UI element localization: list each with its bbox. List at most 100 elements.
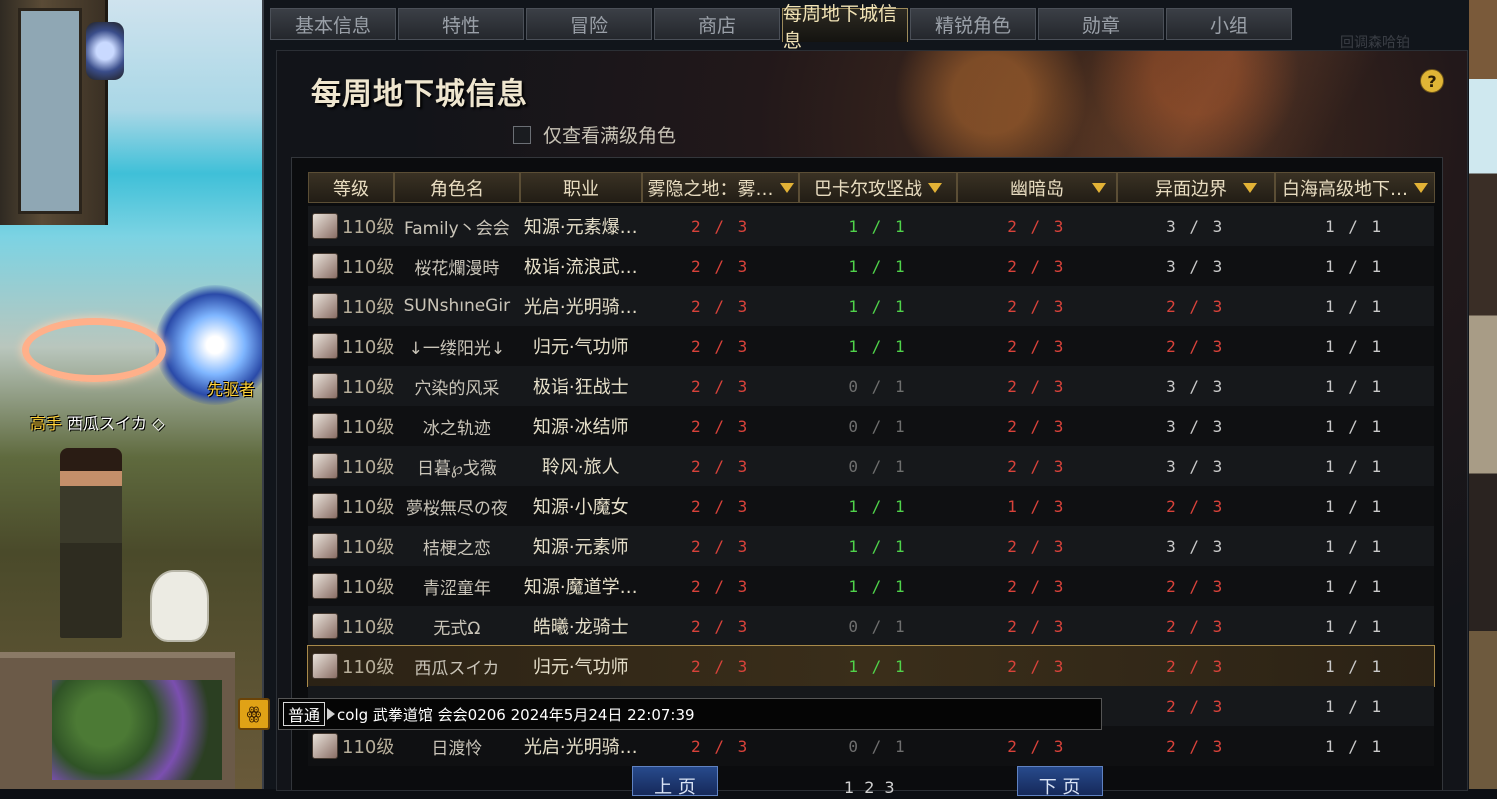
header-dungeon-2-dropdown[interactable]: 巴卡尔攻坚战 — [799, 172, 957, 203]
cell-name: 日暮℘戈薇 — [416, 458, 497, 479]
weekly-dungeon-content: 每周地下城信息 ? 仅查看满级角色 等级 角色名 职业 雾隐之地：雾… 巴卡尔攻… — [276, 50, 1468, 791]
cell-dungeon-4: 2 / 3 — [1166, 736, 1225, 756]
page-number[interactable]: 3 — [884, 778, 894, 797]
max-level-filter[interactable]: 仅查看满级角色 — [513, 121, 676, 148]
table-row[interactable]: 110级 桜花爛漫時 极诣·流浪武… 2 / 3 1 / 1 2 / 3 3 / 3 1 / … — [308, 246, 1434, 286]
cell-dungeon-3: 2 / 3 — [1007, 536, 1066, 556]
table-row[interactable]: 110级 夢桜無尽の夜 知源·小魔女 2 / 3 1 / 1 1 / 3 2 / 3 1 / … — [308, 486, 1434, 526]
character-avatar-icon — [312, 293, 338, 319]
npc-name-vanguard[interactable]: 先驱者 — [207, 376, 255, 400]
character-avatar-icon — [312, 613, 338, 639]
table-row[interactable]: 110级 SUNshıneGir 光启·光明骑… 2 / 3 1 / 1 2 / 3 2 /… — [308, 286, 1434, 326]
chat-channel-badge[interactable]: 普通 — [283, 702, 326, 726]
cell-level: 110级 — [308, 726, 394, 766]
cell-name: Family丶会会 — [404, 218, 510, 239]
cell-level: 110级 — [308, 286, 394, 326]
tab-0[interactable]: 基本信息 — [270, 8, 396, 40]
cell-dungeon-1: 2 / 3 — [691, 416, 750, 436]
cell-job: 聆风·旅人 — [541, 457, 620, 478]
cell-level: 110级 — [308, 446, 394, 486]
character-avatar-icon — [312, 253, 338, 279]
cell-dungeon-5: 1 / 1 — [1324, 496, 1384, 516]
table-row[interactable]: 110级 Family丶会会 知源·元素爆… 2 / 3 1 / 1 2 / 3 3 / 3… — [308, 206, 1434, 246]
header-name[interactable]: 角色名 — [394, 172, 520, 203]
header-job[interactable]: 职业 — [520, 172, 642, 203]
cell-name: 无式Ω — [433, 618, 481, 639]
level-text: 110级 — [342, 377, 394, 398]
tab-2[interactable]: 冒险 — [526, 8, 652, 40]
player-badge-icon: ◇ — [152, 414, 165, 433]
cell-dungeon-3: 2 / 3 — [1007, 296, 1066, 316]
table-row[interactable]: 110级 ↓一缕阳光↓ 归元·气功师 2 / 3 1 / 1 2 / 3 2 / 3 1 / … — [308, 326, 1434, 366]
help-icon[interactable]: ? — [1420, 69, 1444, 93]
pagination: 上 页 1 2 3 下 页 — [632, 766, 1103, 798]
dropdown-arrow-icon — [779, 182, 794, 193]
page-number[interactable]: 2 — [864, 778, 874, 797]
table-row[interactable]: 110级 桔梗之恋 知源·元素师 2 / 3 1 / 1 2 / 3 3 / 3 1 / 1 — [308, 526, 1434, 566]
tab-6[interactable]: 勋章 — [1038, 8, 1164, 40]
cell-dungeon-3: 2 / 3 — [1007, 456, 1066, 476]
header-dungeon-2-label: 巴卡尔攻坚战 — [814, 178, 922, 200]
chat-message-text: colg 武拳道馆 会会0206 2024年5月24日 22:07:39 — [337, 705, 695, 724]
level-text: 110级 — [342, 537, 394, 558]
cell-dungeon-5: 1 / 1 — [1324, 576, 1384, 596]
tab-bar: 基本信息 特性 冒险 商店 每周地下城信息 精锐角色 勋章 小组 — [270, 3, 1292, 52]
table-row[interactable]: 110级 日暮℘戈薇 聆风·旅人 2 / 3 0 / 1 2 / 3 3 / 3 1 / 1 — [308, 446, 1434, 486]
page-number[interactable]: 1 — [844, 778, 854, 797]
cell-name: 桜花爛漫時 — [414, 258, 500, 279]
cell-dungeon-2: 1 / 1 — [848, 576, 907, 596]
character-avatar-icon — [312, 413, 338, 439]
table-row[interactable]: 110级 西瓜スイカ 归元·气功师 2 / 3 1 / 1 2 / 3 2 / 3 1 / 1 — [307, 645, 1435, 687]
max-level-filter-label: 仅查看满级角色 — [543, 125, 677, 147]
player-nameplate[interactable]: 高手 西瓜スイカ ◇ — [30, 410, 165, 434]
cell-job: 极诣·流浪武… — [523, 257, 638, 278]
cell-name: ↓一缕阳光↓ — [408, 338, 506, 359]
tab-5[interactable]: 精锐角色 — [910, 8, 1036, 40]
header-dungeon-4-dropdown[interactable]: 异面边界 — [1117, 172, 1275, 203]
table-row[interactable]: 110级 冰之轨迹 知源·冰结师 2 / 3 0 / 1 2 / 3 3 / 3 1 / 1 — [308, 406, 1434, 446]
cell-dungeon-2: 1 / 1 — [848, 496, 907, 516]
cell-dungeon-2: 0 / 1 — [848, 616, 907, 636]
tab-7[interactable]: 小组 — [1166, 8, 1292, 40]
next-page-button[interactable]: 下 页 — [1016, 766, 1103, 798]
pet-creature[interactable] — [150, 570, 209, 642]
dropdown-arrow-icon — [1092, 182, 1106, 193]
prev-page-button[interactable]: 上 页 — [632, 766, 718, 798]
page-title: 每周地下城信息 — [311, 77, 528, 112]
infinity-effect — [22, 318, 166, 382]
cell-job: 极诣·狂战士 — [532, 377, 629, 398]
cell-dungeon-5: 1 / 1 — [1324, 456, 1384, 476]
cell-dungeon-3: 2 / 3 — [1007, 616, 1066, 636]
chat-message-bar[interactable]: 普通 colg 武拳道馆 会会0206 2024年5月24日 22:07:39 — [278, 698, 1102, 730]
cell-dungeon-2: 1 / 1 — [848, 336, 907, 356]
cell-dungeon-1: 2 / 3 — [691, 576, 750, 596]
cell-dungeon-4: 3 / 3 — [1166, 256, 1225, 276]
cell-dungeon-2: 1 / 1 — [848, 656, 907, 676]
cell-dungeon-3: 2 / 3 — [1007, 336, 1066, 356]
header-dungeon-5-dropdown[interactable]: 白海高级地下… — [1275, 172, 1435, 203]
cell-dungeon-4: 2 / 3 — [1166, 616, 1225, 636]
tab-3[interactable]: 商店 — [654, 8, 780, 40]
table-row[interactable]: 110级 日渡怜 光启·光明骑… 2 / 3 0 / 1 2 / 3 2 / 3 1 / 1 — [308, 726, 1434, 766]
tab-1[interactable]: 特性 — [398, 8, 524, 40]
header-level[interactable]: 等级 — [308, 172, 394, 203]
cell-job: 归元·气功师 — [532, 657, 629, 678]
character-avatar-icon — [312, 573, 338, 599]
max-level-checkbox[interactable] — [513, 125, 531, 144]
table-row[interactable]: 110级 青涩童年 知源·魔道学… 2 / 3 1 / 1 2 / 3 2 / 3 1 / 1 — [308, 566, 1434, 606]
character-avatar-icon — [312, 333, 338, 359]
table-row[interactable]: 110级 无式Ω 皓曦·龙骑士 2 / 3 0 / 1 2 / 3 2 / 3 1 / 1 — [308, 606, 1434, 646]
player-character[interactable] — [60, 448, 122, 638]
dropdown-arrow-icon — [1414, 182, 1428, 193]
level-text: 110级 — [342, 497, 394, 518]
header-dungeon-3-dropdown[interactable]: 幽暗岛 — [957, 172, 1117, 203]
tab-4[interactable]: 每周地下城信息 — [782, 3, 908, 52]
cell-dungeon-5: 1 / 1 — [1324, 696, 1384, 716]
emote-icon[interactable]: ꙮ — [238, 698, 270, 730]
table-row[interactable]: 110级 穴染的风采 极诣·狂战士 2 / 3 0 / 1 2 / 3 3 / 3 1 / 1 — [308, 366, 1434, 406]
cell-name: 夢桜無尽の夜 — [405, 498, 508, 519]
cell-dungeon-2: 0 / 1 — [848, 416, 907, 436]
player-name: 西瓜スイカ — [67, 414, 148, 433]
header-dungeon-1-dropdown[interactable]: 雾隐之地：雾… — [642, 172, 799, 203]
character-avatar-icon — [312, 213, 338, 239]
